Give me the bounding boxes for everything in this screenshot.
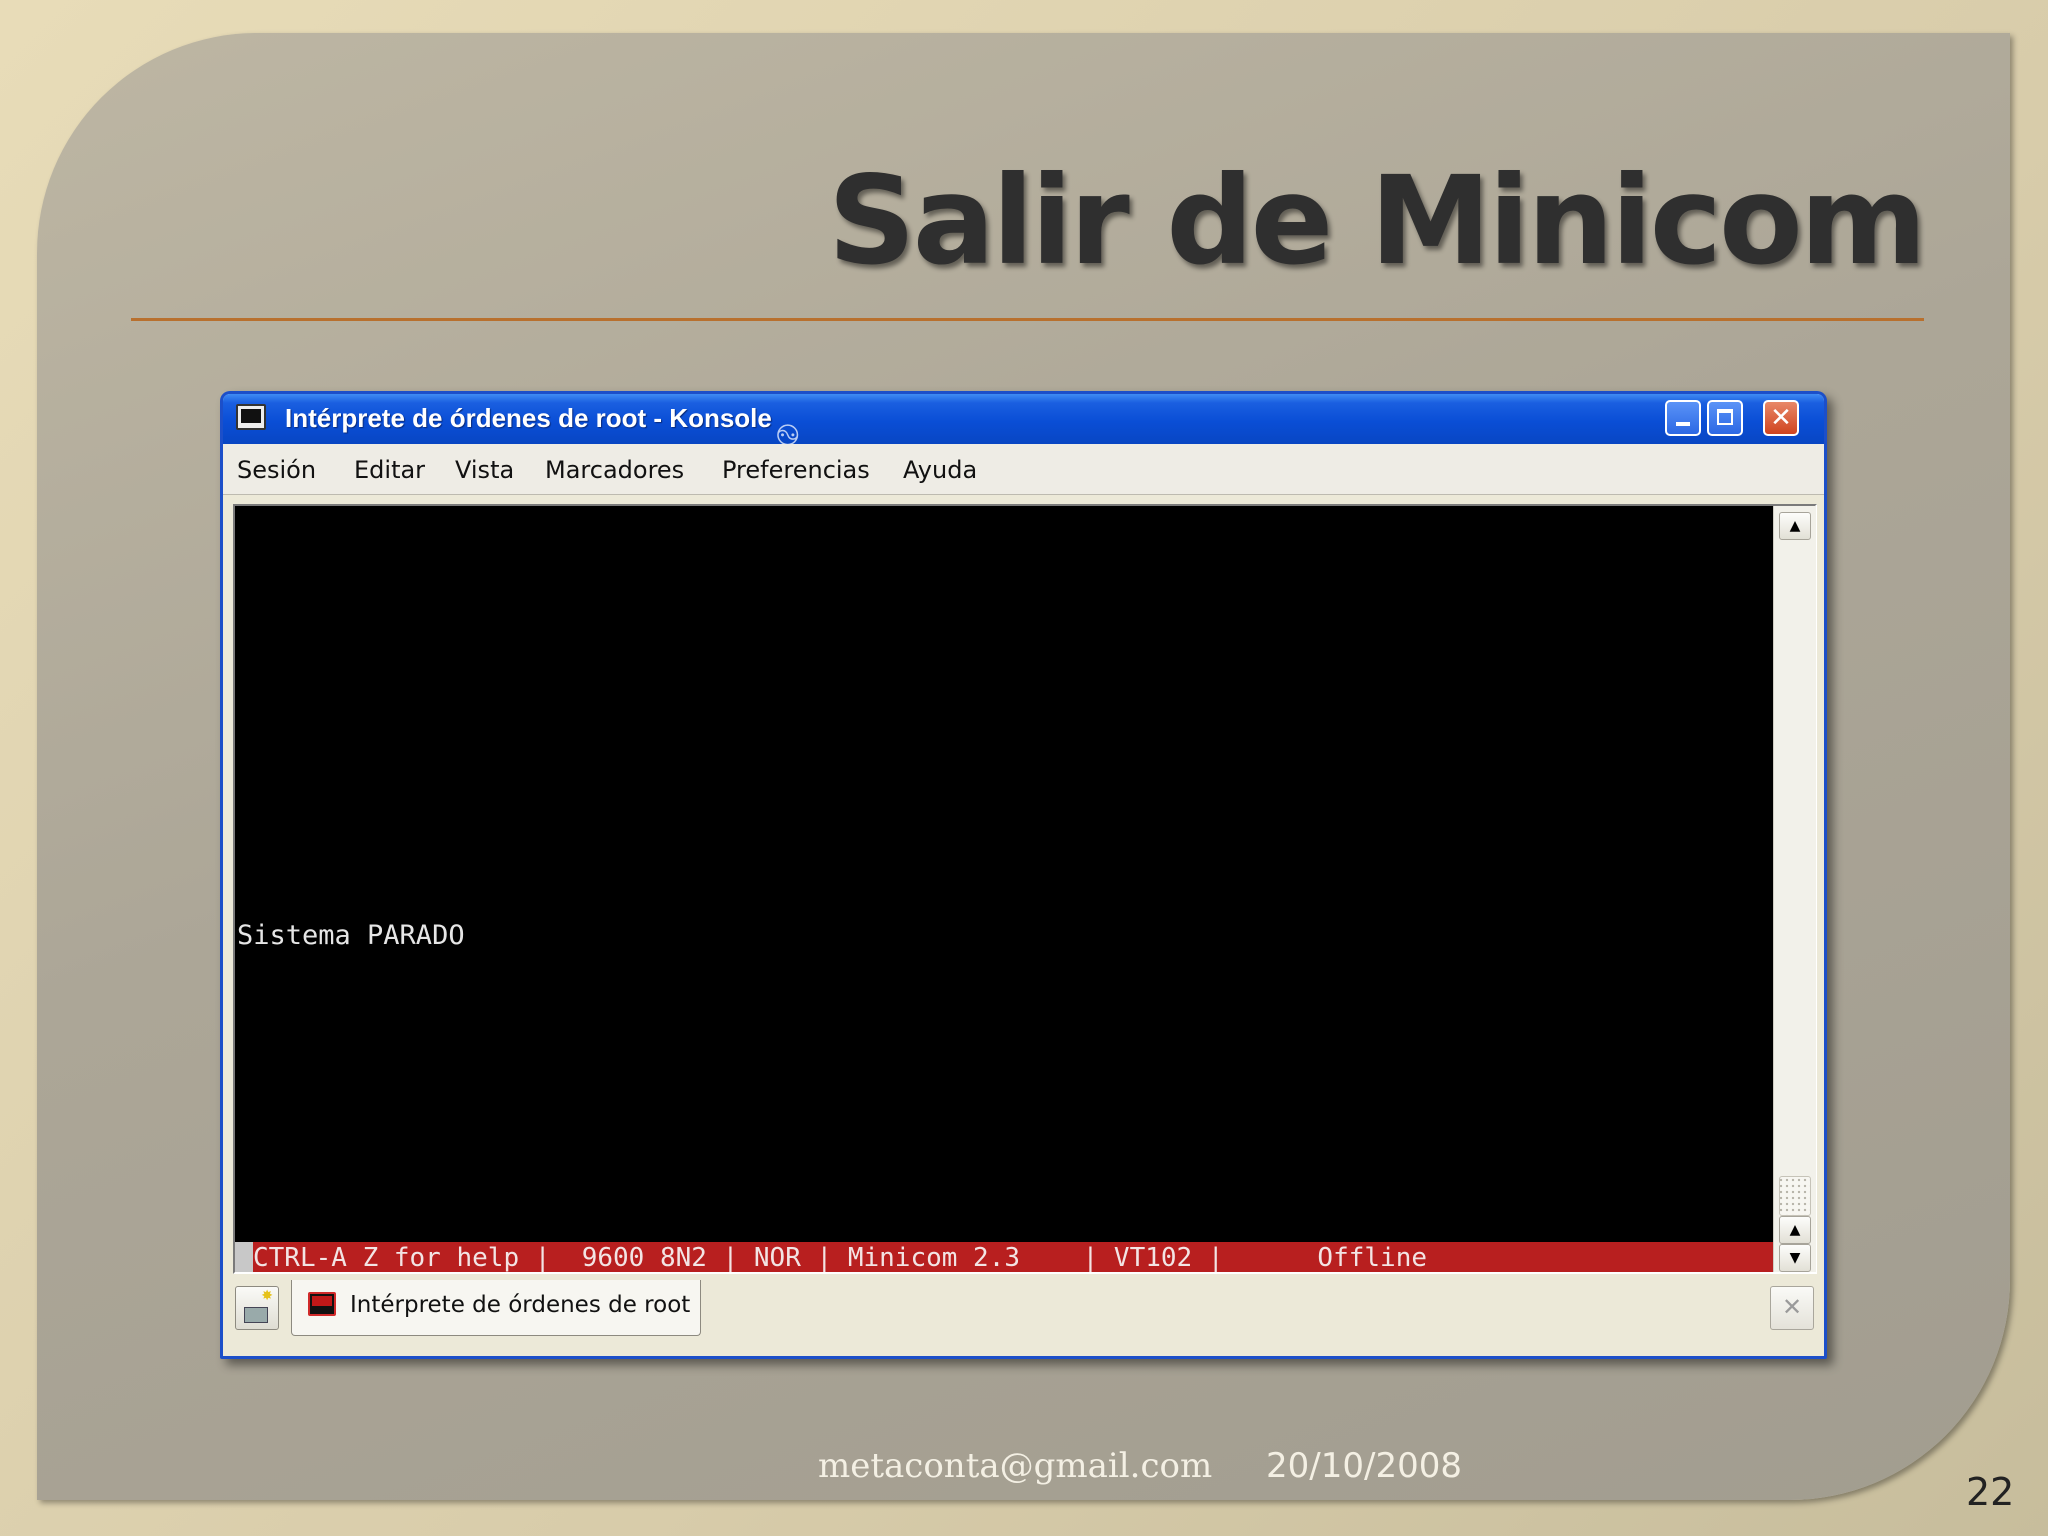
status-line-text: CTRL-A Z for help | 9600 8N2 | NOR | Min…	[253, 1243, 1427, 1272]
scroll-up-arrow-icon[interactable]: ▲	[1779, 512, 1811, 540]
close-session-icon[interactable]: ✕	[1770, 1286, 1814, 1330]
menu-sesion[interactable]: Sesión	[237, 456, 316, 484]
konsole-terminal-icon[interactable]	[236, 404, 266, 430]
menubar: Sesión Editar Vista Marcadores Preferenc…	[223, 444, 1824, 495]
terminal-output-line: Sistema PARADO	[237, 920, 465, 951]
menu-vista[interactable]: Vista	[455, 456, 514, 484]
menu-editar[interactable]: Editar	[354, 456, 425, 484]
footer-email: metaconta@gmail.com	[818, 1446, 1213, 1486]
terminal-area[interactable]: Sistema PARADO CTRL-A Z for help | 9600 …	[235, 506, 1773, 1272]
scroll-down-arrow-icon[interactable]: ▼	[1779, 1244, 1811, 1272]
new-session-icon[interactable]	[235, 1286, 279, 1330]
minimize-button[interactable]	[1665, 400, 1701, 436]
maximize-button[interactable]	[1707, 400, 1743, 436]
terminal-cursor	[235, 1242, 253, 1272]
menu-marcadores[interactable]: Marcadores	[545, 456, 684, 484]
session-tab-label: Intérprete de órdenes de root	[350, 1292, 691, 1318]
close-icon: ✕	[1770, 403, 1792, 433]
window-titlebar[interactable]: Intérprete de órdenes de root - Konsole …	[223, 394, 1824, 453]
menu-preferencias[interactable]: Preferencias	[722, 456, 870, 484]
menu-ayuda[interactable]: Ayuda	[903, 456, 977, 484]
window-title: Intérprete de órdenes de root - Konsole	[285, 403, 772, 433]
terminal-tab-icon	[308, 1292, 336, 1316]
vertical-scrollbar[interactable]: ▲ ▲ ▼	[1773, 506, 1816, 1272]
footer-date: 20/10/2008	[1266, 1446, 1462, 1486]
close-button[interactable]: ✕	[1763, 400, 1799, 436]
minicom-status-line: CTRL-A Z for help | 9600 8N2 | NOR | Min…	[235, 1242, 1773, 1272]
scroll-up-small-arrow-icon[interactable]: ▲	[1779, 1216, 1811, 1244]
konsole-window: Intérprete de órdenes de root - Konsole …	[220, 391, 1827, 1359]
session-tabbar: Intérprete de órdenes de root ✕	[223, 1274, 1824, 1356]
title-divider	[131, 318, 1924, 321]
slide-title: Salir de Minicom	[827, 150, 1927, 292]
session-tab[interactable]: Intérprete de órdenes de root	[291, 1280, 701, 1336]
terminal-frame: Sistema PARADO CTRL-A Z for help | 9600 …	[233, 504, 1817, 1274]
scroll-thumb[interactable]	[1779, 1176, 1811, 1216]
slide-number: 22	[1966, 1470, 2015, 1514]
